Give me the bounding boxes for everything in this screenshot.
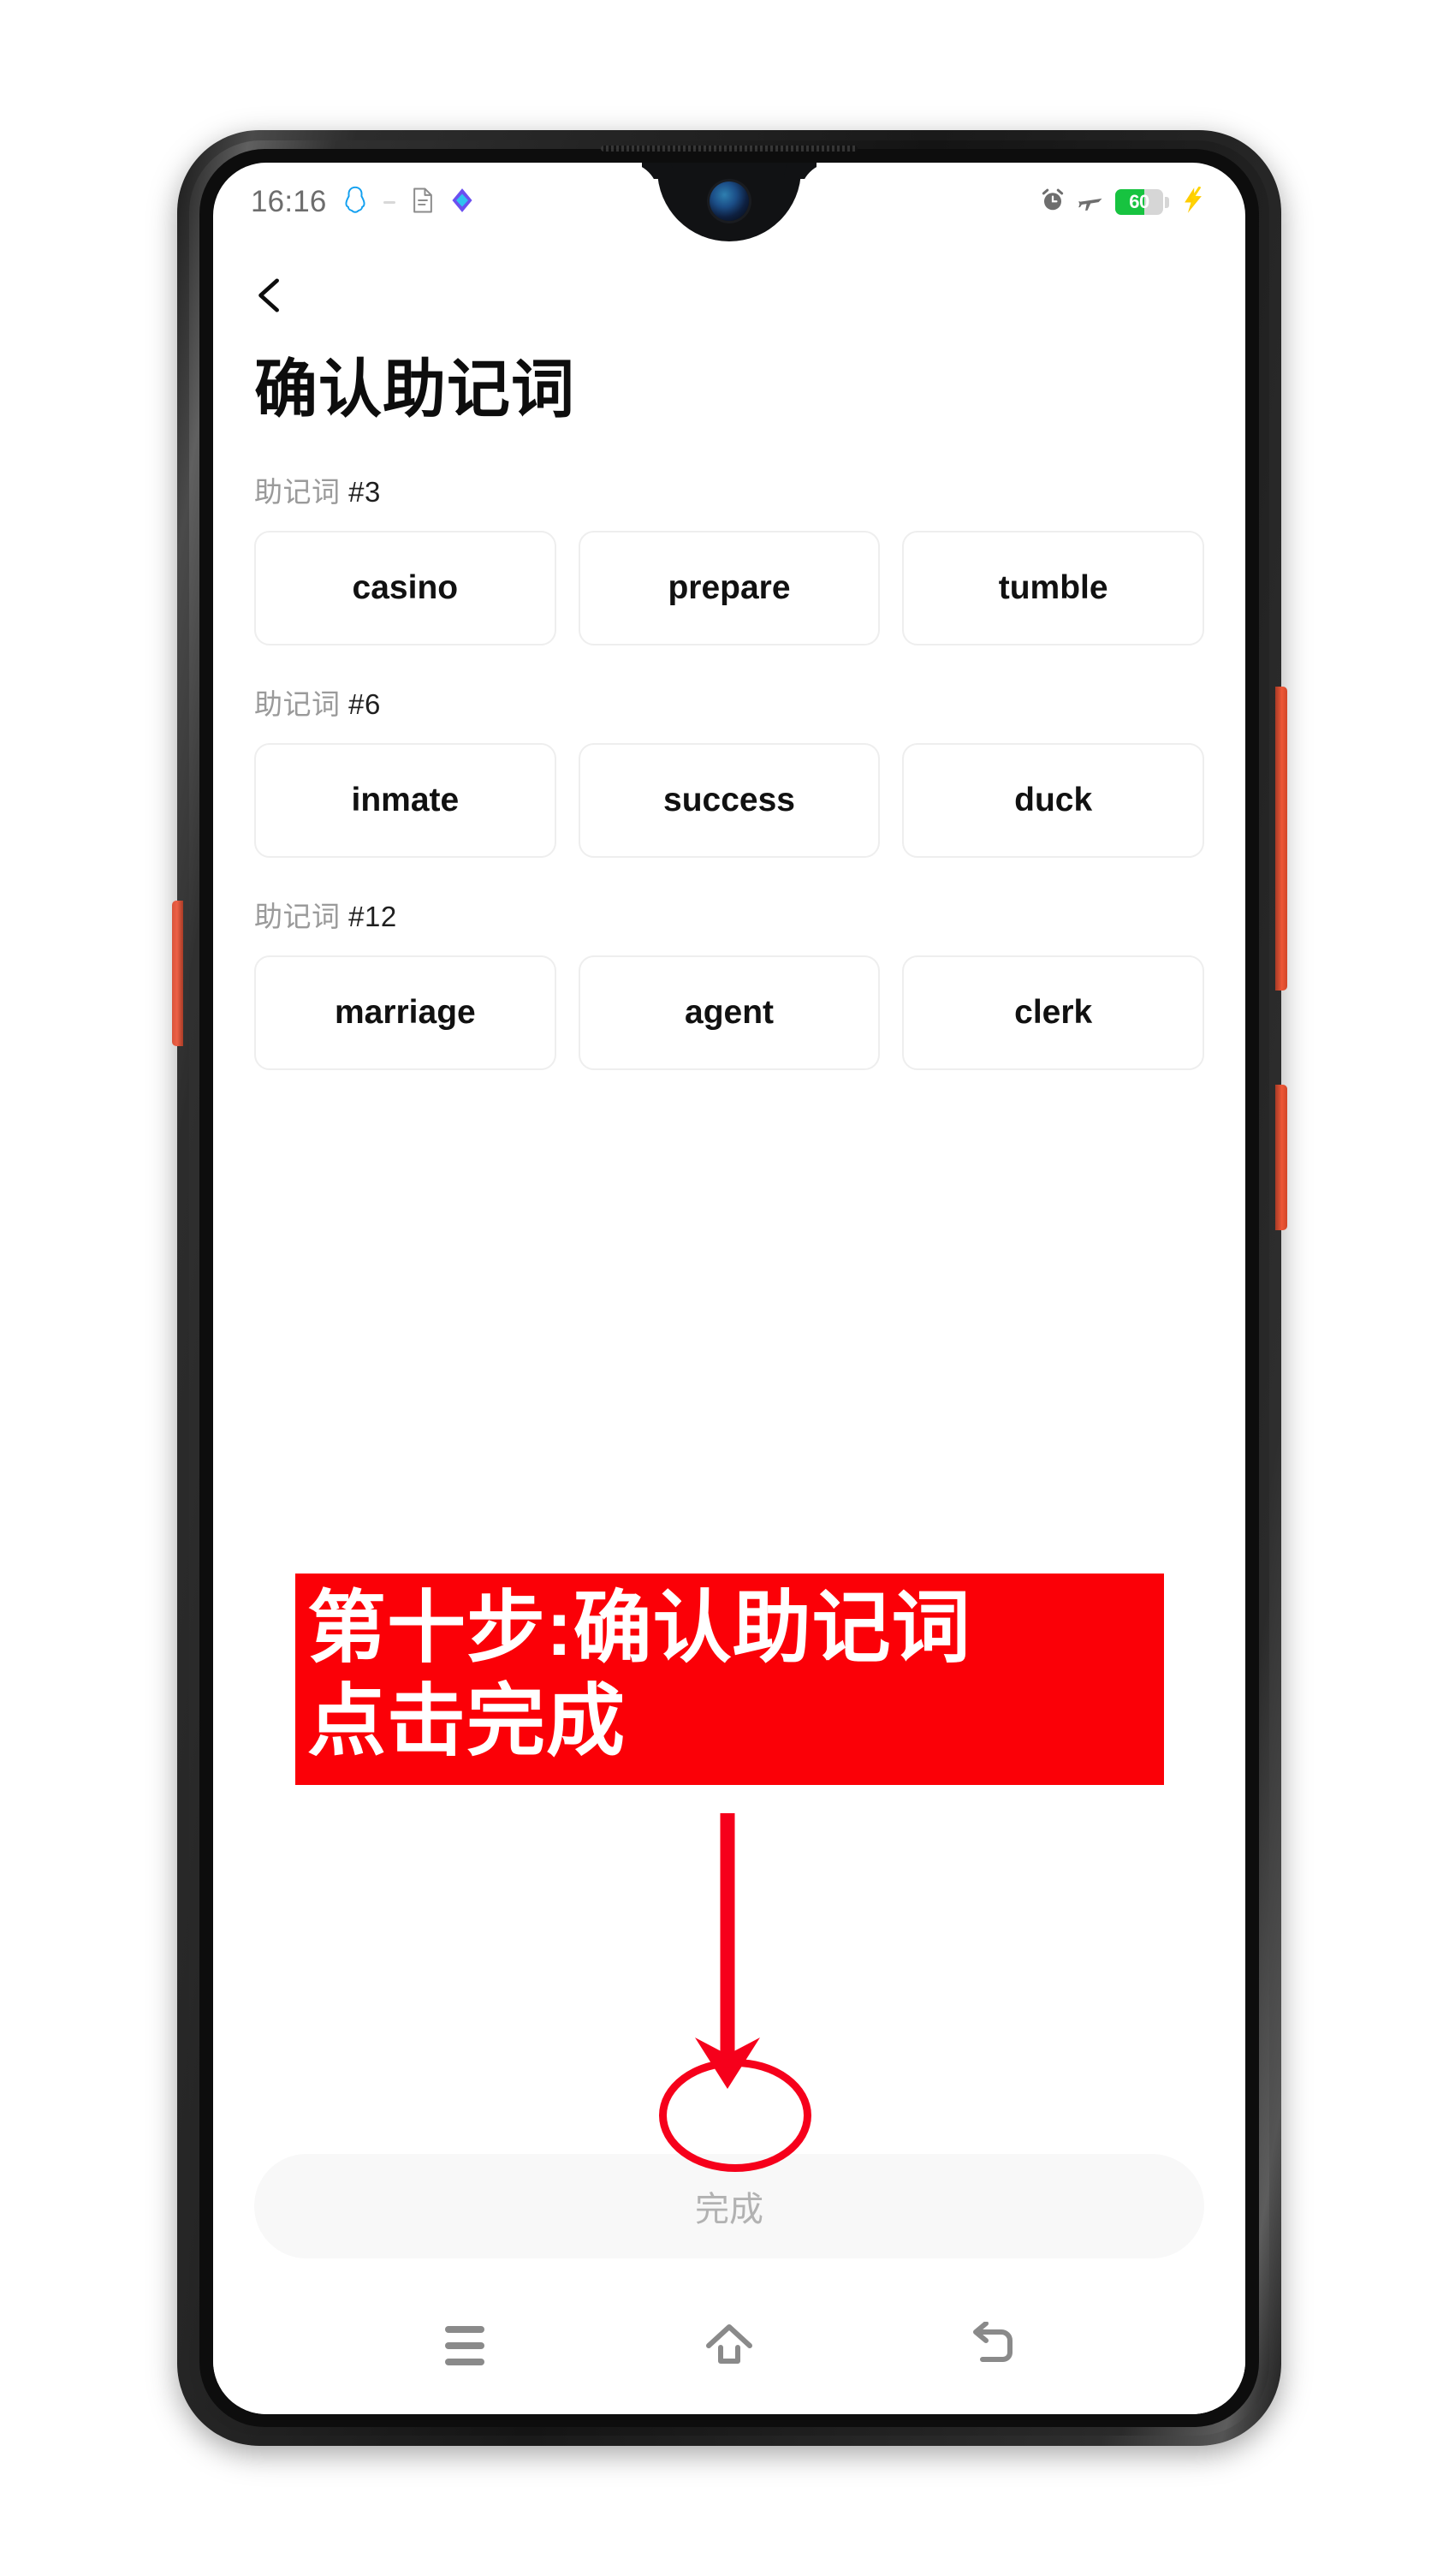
word-option-card[interactable]: inmate [254,743,556,858]
annotation-line-1: 第十步:确认助记词 [307,1585,971,1672]
battery-cap [1165,196,1169,208]
step-annotation-box: 第十步:确认助记词 点击完成 [295,1574,1164,1786]
word-row: casino prepare tumble [254,531,1205,645]
word-row: marriage agent clerk [254,955,1205,1070]
group-label-text: 助记词 [254,901,349,932]
word-option-card[interactable]: prepare [578,531,881,645]
word-option-card[interactable]: tumble [902,531,1205,645]
earpiece-speaker-grille [601,146,858,152]
system-navigation-bar [213,2277,1245,2414]
document-icon [411,187,435,218]
back-button[interactable] [213,241,1245,336]
word-option-card[interactable]: duck [902,743,1205,858]
annotation-line-2: 点击完成 [307,1677,627,1765]
battery-percent-label: 60 [1129,191,1149,212]
word-option-card[interactable]: marriage [254,955,556,1070]
power-button[interactable] [1275,1085,1287,1230]
word-option-card[interactable]: clerk [902,955,1205,1070]
volume-rocker-button[interactable] [1275,687,1287,991]
charging-bolt-icon [1180,186,1206,218]
chevron-left-icon [258,278,279,312]
mnemonic-group: 助记词 #6 inmate success duck [254,681,1205,858]
home-button[interactable] [699,2316,759,2376]
diamond-app-icon [450,187,474,217]
group-index: #6 [348,688,381,720]
done-button-highlight-ellipse [659,2059,811,2172]
annotation-arrow [695,1813,760,2089]
word-row: inmate success duck [254,743,1205,858]
group-label: 助记词 #6 [254,681,1204,723]
back-arrow-icon [972,2322,1013,2362]
group-label-text: 助记词 [254,688,349,720]
mnemonic-group: 助记词 #12 marriage agent clerk [254,894,1205,1070]
front-camera-icon [710,181,749,221]
assistant-side-button[interactable] [172,901,183,1046]
battery-icon: 60 [1115,189,1169,215]
home-icon [705,2324,752,2364]
group-label: 助记词 #12 [254,894,1204,935]
page-title: 确认助记词 [254,354,575,425]
status-bar-left: 16:16 [251,185,474,219]
recents-button[interactable] [435,2316,495,2376]
group-label: 助记词 #3 [254,469,1204,510]
back-nav-button[interactable] [964,2316,1024,2376]
separator-dash [383,200,395,204]
qq-penguin-icon [342,186,368,219]
status-bar-right: 60 [1040,186,1206,218]
word-option-card[interactable]: success [578,743,881,858]
alarm-clock-icon [1040,187,1066,217]
status-time: 16:16 [251,185,327,218]
mnemonic-group: 助记词 #3 casino prepare tumble [254,469,1205,645]
menu-icon [445,2326,485,2365]
word-option-card[interactable]: agent [578,955,881,1070]
group-index: #3 [348,476,381,508]
group-label-text: 助记词 [254,476,349,508]
word-option-card[interactable]: casino [254,531,556,645]
mnemonic-groups: 助记词 #3 casino prepare tumble 助记词 #6 inma… [213,421,1245,1070]
group-index: #12 [348,901,397,932]
airplane-mode-icon [1077,187,1104,217]
